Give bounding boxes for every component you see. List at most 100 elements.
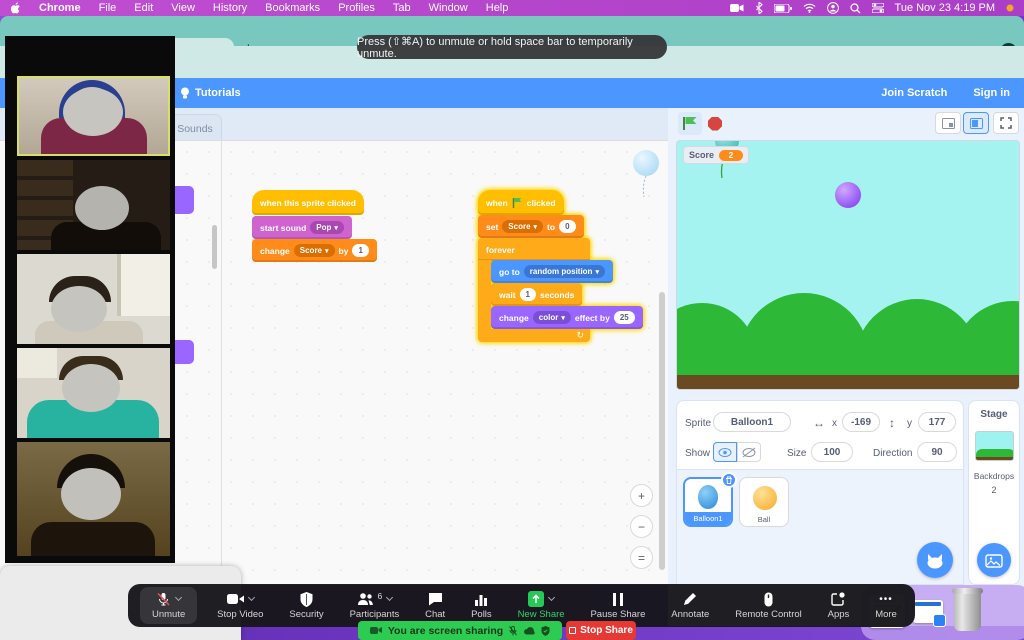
video-tile[interactable]	[17, 442, 170, 556]
variable-dropdown[interactable]: Score▾	[294, 244, 335, 257]
menu-view[interactable]: View	[171, 2, 195, 14]
pencil-icon	[683, 592, 697, 606]
x-arrow-icon: ↔	[813, 416, 825, 430]
add-sprite-button[interactable]	[917, 542, 953, 578]
tutorials-menu[interactable]: Tutorials	[180, 87, 241, 99]
block-change-score[interactable]: change Score▾ by 1	[252, 239, 377, 262]
small-stage-button[interactable]	[935, 112, 961, 134]
join-scratch-link[interactable]: Join Scratch	[881, 87, 947, 99]
sprite-card-name: Balloon1	[685, 512, 731, 525]
menu-edit[interactable]: Edit	[134, 2, 153, 14]
menu-help[interactable]: Help	[486, 2, 509, 14]
security-button[interactable]: Security	[283, 587, 329, 624]
score-variable-monitor[interactable]: Score 2	[683, 146, 749, 164]
remote-control-button[interactable]: Remote Control	[729, 587, 808, 624]
code-scrollbar[interactable]	[659, 292, 665, 570]
menu-tab[interactable]: Tab	[393, 2, 411, 14]
control-center-icon[interactable]	[872, 3, 884, 13]
chat-button[interactable]: Chat	[419, 587, 451, 624]
block-when-flag-clicked[interactable]: when clicked	[478, 190, 564, 215]
backdrop-thumbnail[interactable]	[975, 431, 1014, 461]
purple-balloon-sprite[interactable]	[835, 182, 861, 208]
block-wait[interactable]: wait 1 seconds	[491, 283, 582, 306]
show-hidden-toggle[interactable]	[737, 442, 761, 462]
battery-icon[interactable]	[774, 4, 792, 13]
variable-dropdown[interactable]: Score▾	[502, 220, 543, 233]
video-tile[interactable]	[17, 348, 170, 438]
new-share-button[interactable]: New Share	[512, 587, 571, 624]
zoom-out-button[interactable]: −	[630, 515, 653, 538]
annotate-button[interactable]: Annotate	[665, 587, 715, 624]
menubar-app-name[interactable]: Chrome	[39, 2, 81, 14]
ball-thumbnail	[753, 486, 777, 510]
score-value: 2	[719, 150, 743, 161]
large-stage-button[interactable]	[963, 112, 989, 134]
tab-sounds[interactable]: Sounds	[168, 114, 222, 140]
zoom-in-button[interactable]: +	[630, 484, 653, 507]
apple-menu-icon[interactable]	[10, 2, 21, 15]
pause-icon	[613, 593, 623, 606]
menubar-clock[interactable]: Tue Nov 23 4:19 PM	[895, 2, 995, 14]
dock-window-icon[interactable]	[913, 600, 943, 623]
dock-trash-icon[interactable]	[954, 590, 981, 631]
menu-profiles[interactable]: Profiles	[338, 2, 375, 14]
value-input[interactable]: 25	[614, 311, 635, 324]
fullscreen-button[interactable]	[993, 112, 1019, 134]
menu-file[interactable]: File	[99, 2, 117, 14]
direction-input[interactable]: 90	[917, 442, 957, 462]
sprite-card-balloon1[interactable]: Balloon1	[683, 477, 733, 527]
show-visible-toggle[interactable]	[713, 442, 737, 462]
sign-in-link[interactable]: Sign in	[973, 87, 1010, 99]
block-change-effect[interactable]: change color▾ effect by 25	[491, 306, 643, 329]
pause-share-button[interactable]: Pause Share	[584, 587, 651, 624]
video-tile-active-speaker[interactable]	[17, 76, 170, 156]
y-input[interactable]: 177	[918, 412, 956, 432]
stage-canvas[interactable]: Score 2	[676, 140, 1020, 390]
stop-button[interactable]	[703, 112, 727, 135]
video-tile[interactable]	[17, 160, 170, 250]
user-account-icon[interactable]	[827, 2, 839, 14]
palette-scrollbar[interactable]	[212, 225, 217, 269]
value-input[interactable]: 1	[520, 288, 536, 301]
value-input[interactable]: 1	[352, 244, 368, 257]
stage-backdrop-panel[interactable]: Stage Backdrops 2	[968, 400, 1020, 585]
video-status-icon[interactable]	[730, 3, 744, 13]
video-tile[interactable]	[17, 254, 170, 344]
x-input[interactable]: -169	[842, 412, 880, 432]
bluetooth-icon[interactable]	[755, 2, 763, 14]
zoom-reset-button[interactable]: =	[630, 546, 653, 569]
block-go-to[interactable]: go to random position▾	[491, 260, 613, 283]
participants-button[interactable]: 6 Participants	[344, 587, 406, 624]
unmute-button[interactable]: Unmute	[140, 587, 197, 624]
zoom-video-strip	[5, 36, 175, 563]
add-backdrop-button[interactable]	[977, 543, 1011, 577]
sprite-card-ball[interactable]: Ball	[739, 477, 789, 527]
window	[117, 254, 170, 316]
effect-dropdown[interactable]: color▾	[533, 311, 571, 324]
delete-sprite-badge[interactable]	[721, 472, 737, 488]
stop-video-button[interactable]: Stop Video	[211, 587, 269, 624]
apps-button[interactable]: Apps	[822, 587, 856, 624]
sound-dropdown[interactable]: Pop▾	[310, 221, 344, 234]
value-input[interactable]: 0	[559, 220, 575, 233]
menu-history[interactable]: History	[213, 2, 247, 14]
spotlight-search-icon[interactable]	[850, 3, 861, 14]
polls-button[interactable]: Polls	[465, 587, 498, 624]
menu-bookmarks[interactable]: Bookmarks	[265, 2, 320, 14]
mic-muted-small-icon	[509, 626, 517, 636]
block-when-sprite-clicked[interactable]: when this sprite clicked	[252, 190, 364, 215]
size-input[interactable]: 100	[811, 442, 853, 462]
position-dropdown[interactable]: random position▾	[524, 265, 605, 278]
block-start-sound[interactable]: start sound Pop▾	[252, 216, 352, 239]
more-button[interactable]: ••• More	[869, 587, 903, 624]
block-set-score[interactable]: set Score▾ to 0	[478, 215, 584, 238]
palette-divider	[221, 140, 222, 585]
stop-share-button[interactable]: Stop Share	[566, 621, 636, 640]
balloon-thumbnail	[698, 485, 718, 509]
block-forever[interactable]: forever	[478, 238, 590, 261]
wifi-icon[interactable]	[803, 3, 816, 13]
sprite-name-input[interactable]: Balloon1	[713, 412, 791, 432]
menu-window[interactable]: Window	[429, 2, 468, 14]
cloud-icon	[523, 627, 535, 635]
green-flag-button[interactable]	[678, 112, 702, 135]
